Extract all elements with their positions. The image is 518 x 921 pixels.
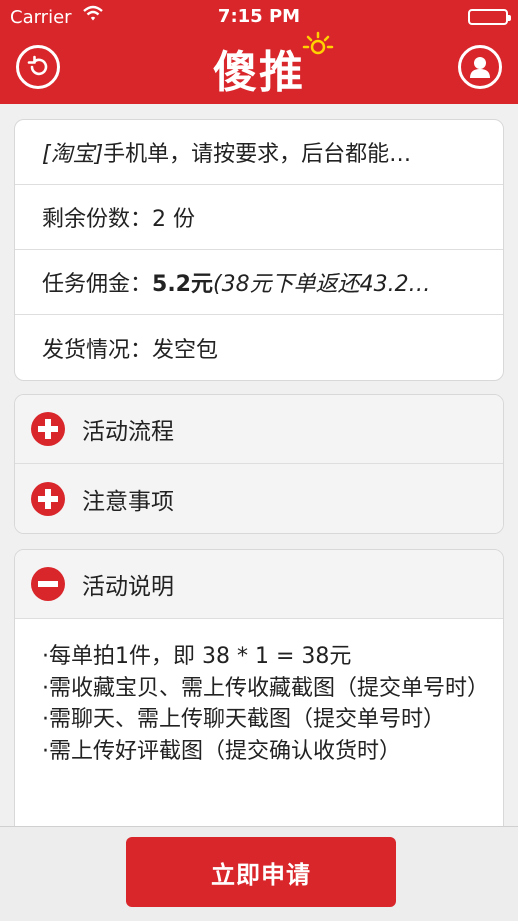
remaining-label: 剩余份数： [42,207,153,232]
description-line: ·每单拍1件，即 38 * 1 = 38元 [42,644,352,669]
platform-tag: [淘宝] [42,142,104,167]
section-notes-label: 注意事项 [82,488,174,515]
shipping-label: 发货情况： [42,337,153,363]
user-profile-icon [470,57,490,78]
minus-circle-icon [31,567,65,601]
plus-circle-icon [31,412,65,446]
apply-now-button[interactable]: 立即申请 [126,837,396,907]
remaining-value: 2 份 [152,207,196,232]
description-line: ·需上传好评截图（提交确认收货时） [42,738,401,764]
section-process[interactable]: 活动流程 [15,395,503,464]
shipping-value: 发空包 [152,337,219,363]
description-card: 活动说明 ·每单拍1件，即 38 * 1 = 38元 ·需收藏宝贝、需上传收藏截… [14,549,504,849]
description-content: ·每单拍1件，即 38 * 1 = 38元 ·需收藏宝贝、需上传收藏截图（提交单… [15,619,503,767]
commission-row: 任务佣金： 5.2元 (38元下单返还43.2… [15,250,503,315]
status-time: 7:15 PM [217,6,301,27]
battery-icon [468,9,511,25]
description-line: ·需聊天、需上传聊天截图（提交单号时） [42,707,445,732]
task-title: 手机单，请按要求，后台都能… [103,142,412,167]
app-logo-title: 傻推 [213,47,305,98]
section-process-label: 活动流程 [82,419,174,445]
collapsed-sections-card: 活动流程 注意事项 [14,394,504,534]
plus-circle-icon [31,481,65,516]
section-notes[interactable]: 注意事项 [15,464,503,533]
commission-label: 任务佣金： [42,272,153,297]
sun-logo-icon [302,31,334,55]
description-line: ·需收藏宝贝、需上传收藏截图（提交单号时） [42,675,489,701]
profile-button[interactable] [458,45,502,89]
commission-value: 5.2元 [152,272,213,297]
task-info-card: [淘宝] 手机单，请按要求，后台都能… 剩余份数： 2 份 任务佣金： 5.2元 (38… [14,119,504,381]
app-header: Carrier 7:15 PM 傻推 [0,0,518,104]
section-description-label: 活动说明 [82,574,174,600]
status-bar: Carrier 7:15 PM [0,0,518,34]
commission-note: (38元下单返还43.2… [213,272,431,297]
remaining-row: 剩余份数： 2 份 [15,185,503,250]
section-description[interactable]: 活动说明 [15,550,503,619]
shipping-row: 发货情况： 发空包 [15,315,503,380]
bottom-action-bar: 立即申请 [0,826,518,921]
task-title-row: [淘宝] 手机单，请按要求，后台都能… [15,120,503,185]
